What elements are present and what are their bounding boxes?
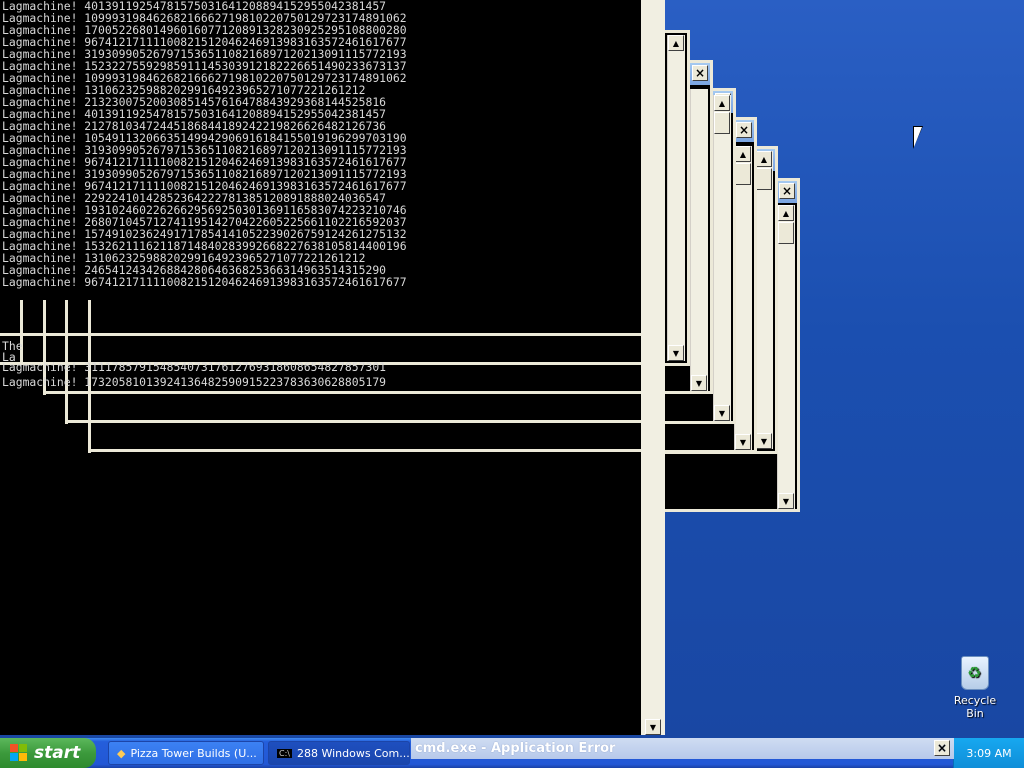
close-button[interactable]: × — [692, 65, 708, 81]
scroll-down-arrow[interactable]: ▼ — [691, 375, 707, 391]
close-button[interactable]: × — [736, 122, 752, 138]
scroll-down-arrow[interactable]: ▼ — [735, 434, 751, 450]
recycle-bin-label: Recycle Bin — [953, 694, 997, 720]
clock[interactable]: 3:09 AM — [966, 747, 1011, 760]
vertical-scrollbar[interactable]: ▲ ▼ — [777, 205, 795, 509]
taskbar-item-pizza-tower[interactable]: ◆ Pizza Tower Builds (U... — [108, 741, 264, 765]
close-button[interactable]: × — [779, 183, 795, 199]
browser-icon: ◆ — [117, 746, 126, 760]
console-stray-line: Lagmachine! 1732058101392413648259091522… — [2, 375, 387, 389]
scroll-up-arrow[interactable]: ▲ — [756, 151, 772, 167]
taskbar-item-windows-command[interactable]: C:\ 288 Windows Com... — [268, 741, 410, 765]
scroll-up-arrow[interactable]: ▲ — [714, 95, 730, 111]
window-trail — [88, 449, 641, 452]
taskbar-item-label: Pizza Tower Builds (U... — [130, 746, 257, 760]
error-dialog-title: cmd.exe - Application Error — [415, 741, 616, 756]
window-trail — [65, 420, 641, 423]
scroll-down-arrow[interactable]: ▼ — [778, 493, 794, 509]
console-stray-line: Lagmachine! 3111785791548540731761276931… — [2, 360, 387, 374]
scroll-up-arrow[interactable]: ▲ — [668, 35, 684, 51]
scroll-up-arrow[interactable]: ▲ — [778, 205, 794, 221]
scroll-down-arrow[interactable]: ▼ — [668, 345, 684, 361]
vertical-scrollbar[interactable]: ▲ ▼ — [713, 95, 731, 421]
vertical-scrollbar[interactable]: ▲ ▼ — [734, 146, 752, 450]
mouse-cursor-icon — [914, 127, 922, 147]
window-trail — [43, 391, 641, 394]
console-window[interactable]: Lagmachine! 4013911925478157503164120889… — [0, 0, 641, 735]
recycle-bin[interactable]: Recycle Bin — [944, 656, 1006, 720]
recycle-bin-icon — [961, 656, 989, 690]
vertical-scrollbar[interactable]: ▼ — [690, 89, 708, 391]
console-line: Lagmachine! 9674121711110082151204624691… — [2, 275, 407, 289]
vertical-scrollbar[interactable]: ▲ ▼ — [755, 151, 773, 449]
error-dialog-titlebar[interactable]: cmd.exe - Application Error × — [411, 738, 954, 759]
taskbar-item-label: 288 Windows Com... — [296, 746, 410, 760]
start-button[interactable]: start — [0, 738, 96, 768]
window-trail — [20, 300, 23, 364]
scroll-thumb[interactable] — [714, 112, 730, 134]
scroll-down-arrow[interactable]: ▼ — [756, 433, 772, 449]
start-label: start — [34, 743, 81, 763]
scroll-thumb[interactable] — [735, 163, 751, 185]
windows-logo-icon — [10, 744, 28, 762]
close-button[interactable]: × — [934, 740, 950, 756]
vertical-scrollbar[interactable]: ▲ ▼ — [667, 35, 685, 361]
scroll-thumb[interactable] — [778, 222, 794, 244]
scroll-down-arrow[interactable]: ▼ — [645, 719, 661, 735]
cmd-icon: C:\ — [277, 748, 292, 758]
console-scrollbar[interactable]: ▼ — [641, 0, 665, 735]
window-trail — [0, 333, 641, 336]
scroll-thumb[interactable] — [756, 168, 772, 190]
system-tray: 3:09 AM — [953, 738, 1024, 768]
scroll-down-arrow[interactable]: ▼ — [714, 405, 730, 421]
console-output: Lagmachine! 4013911925478157503164120889… — [2, 0, 407, 288]
scroll-up-arrow[interactable]: ▲ — [735, 146, 751, 162]
